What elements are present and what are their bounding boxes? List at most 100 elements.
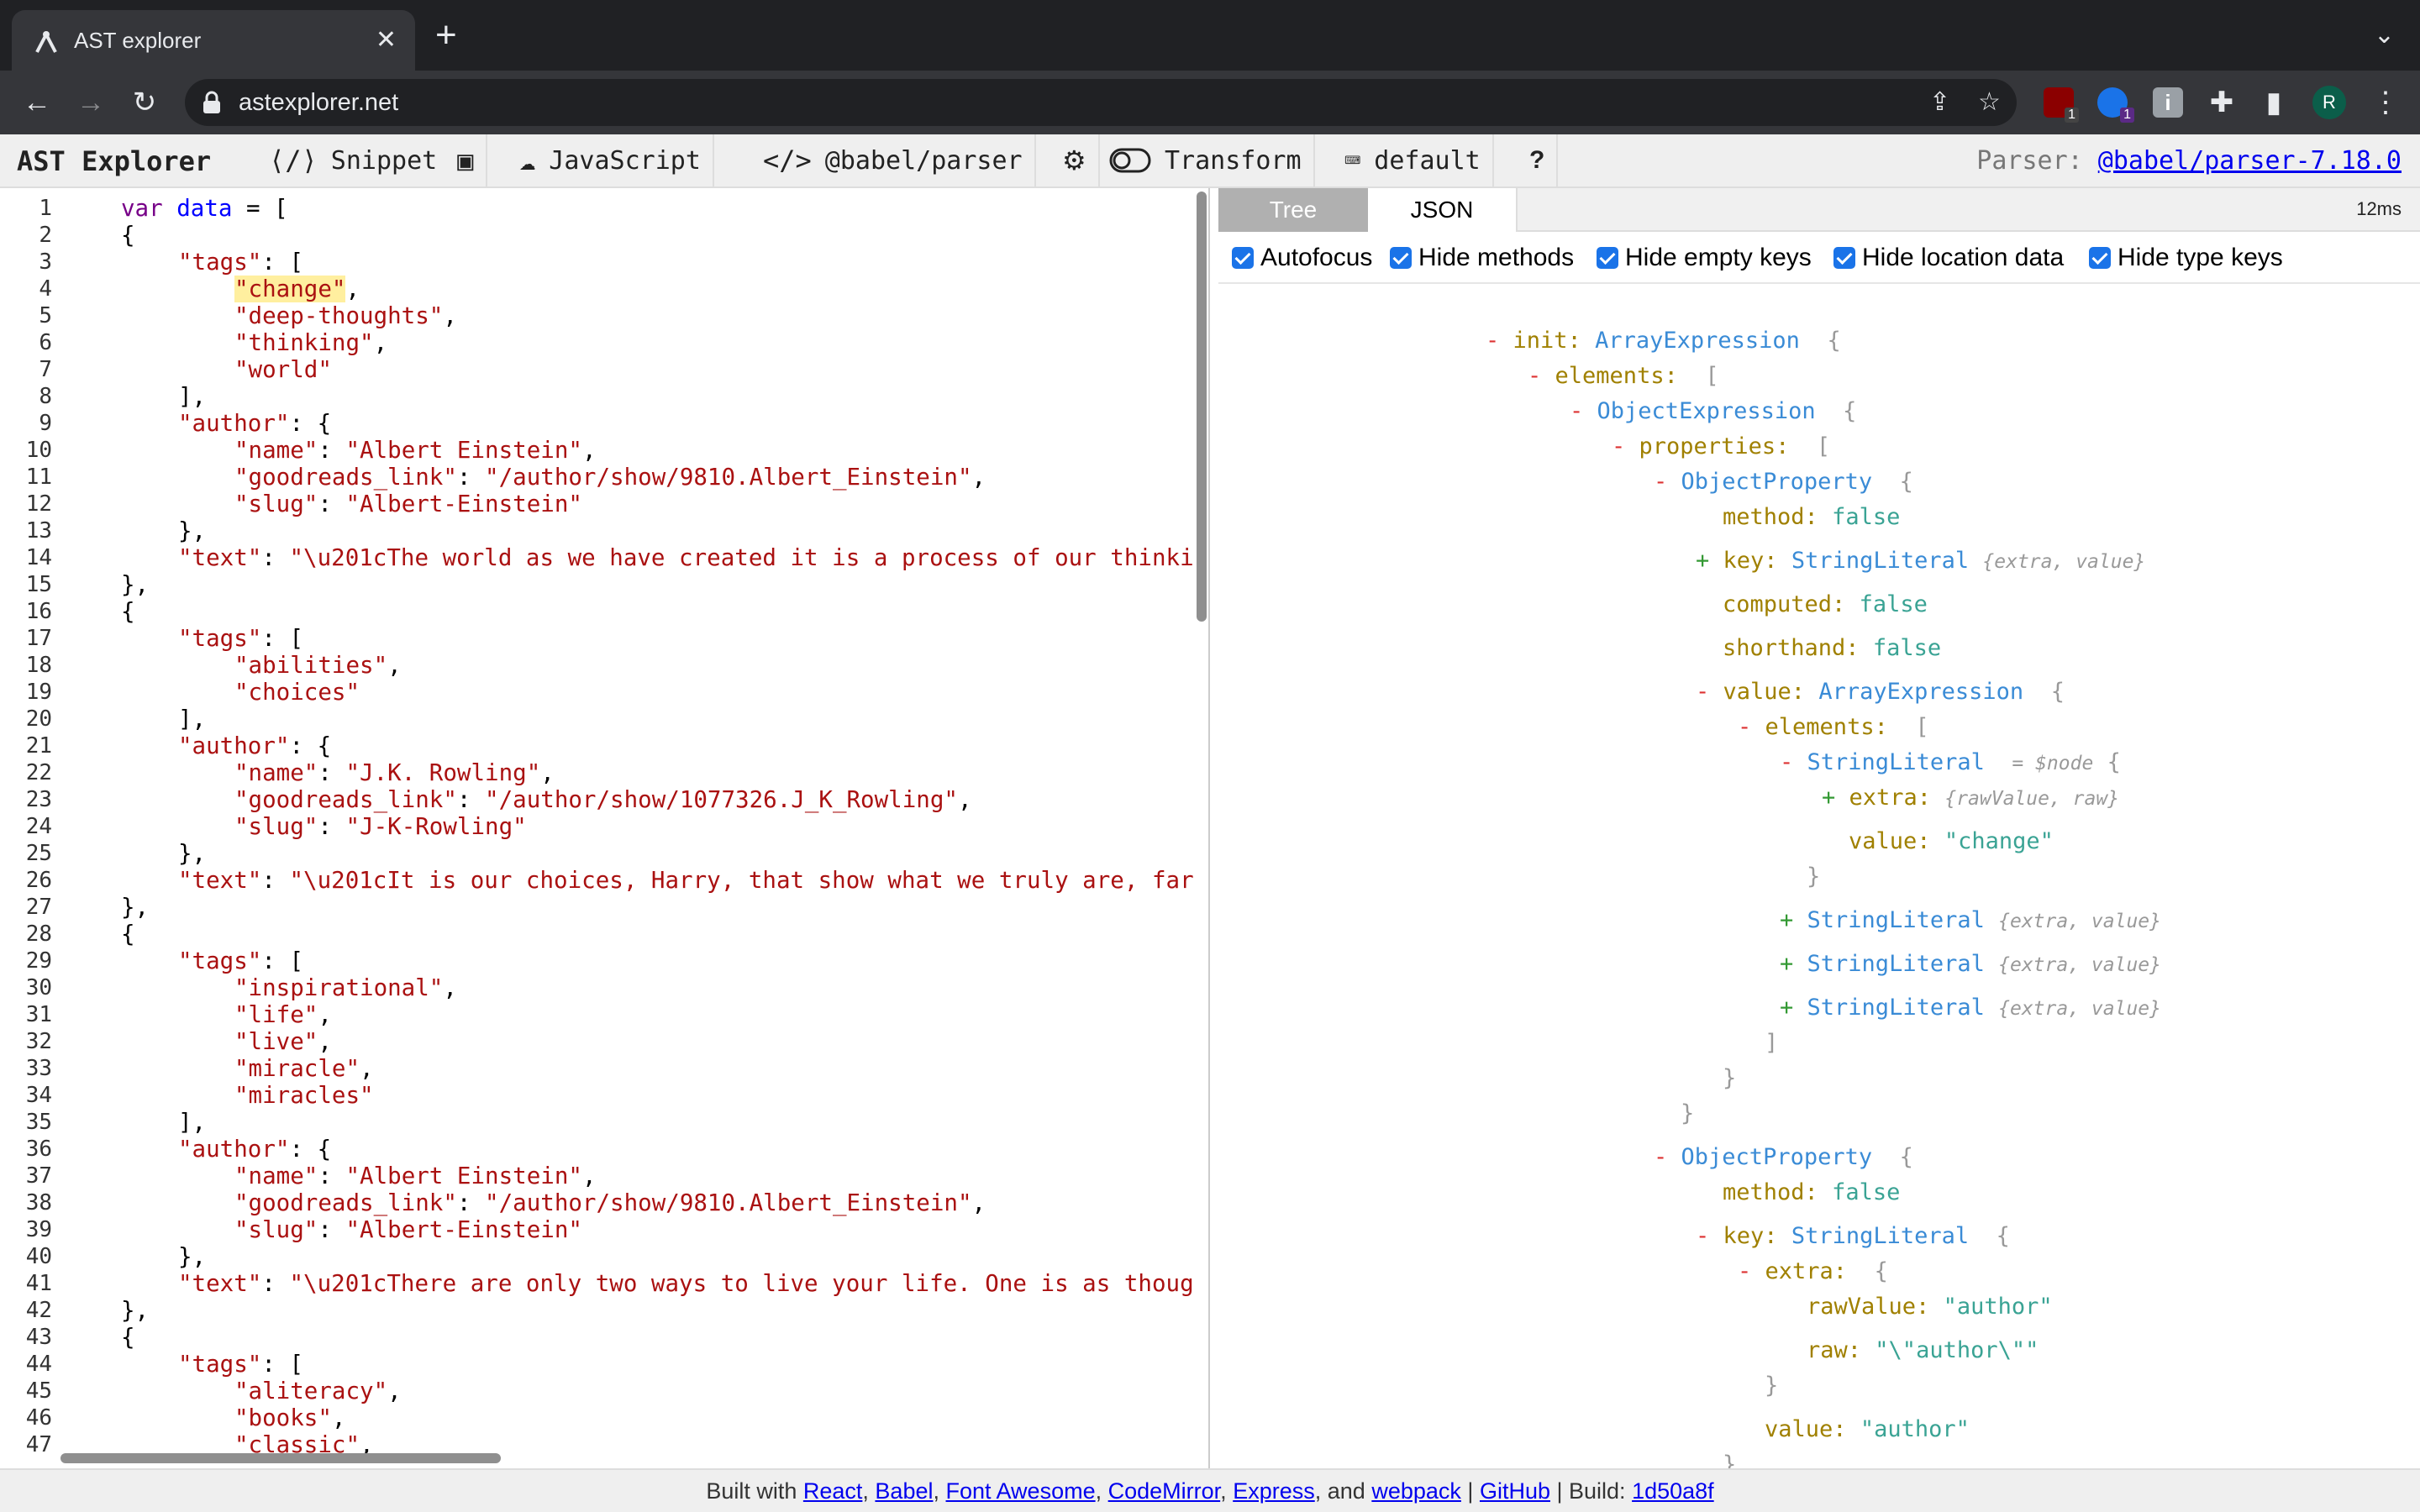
tree-node-string-literal[interactable]: - StringLiteral = $node {	[1780, 748, 2121, 779]
transform-toggle[interactable]: Transform	[1097, 134, 1315, 186]
express-link[interactable]: Express	[1233, 1478, 1315, 1504]
tree-node-init[interactable]: - init: ArrayExpression {	[1486, 326, 1841, 356]
tree-node-object-property[interactable]: - ObjectProperty {	[1654, 467, 1913, 497]
tree-node-string-literal[interactable]: + StringLiteral {extra, value}	[1780, 993, 2161, 1024]
github-link[interactable]: GitHub	[1480, 1478, 1550, 1504]
line-number: 3	[39, 249, 52, 275]
checkbox-checked-icon	[1833, 247, 1855, 269]
line-number: 30	[25, 975, 52, 1000]
line-number: 23	[25, 787, 52, 812]
line-number: 31	[25, 1002, 52, 1027]
code-line: "goodreads_link": "/author/show/1077326.…	[234, 786, 972, 813]
output-pane: Tree JSON 12ms Autofocus Hide methods Hi…	[1218, 188, 2420, 1468]
line-number: 26	[25, 868, 52, 893]
reload-icon[interactable]: ↻	[124, 82, 165, 123]
tab-search-chevron-icon[interactable]: ⌄	[2374, 20, 2395, 50]
tree-options: Autofocus Hide methods Hide empty keys H…	[1218, 232, 2420, 284]
tree-node-extra[interactable]: + extra: {rawValue, raw}	[1822, 783, 2119, 814]
parser-select[interactable]: </> @babel/parser	[751, 134, 1036, 186]
browser-tab[interactable]: AST explorer ✕	[12, 10, 415, 71]
hide-location-data-checkbox[interactable]: Hide location data	[1833, 244, 2064, 272]
browser-menu-icon[interactable]: ⋮	[2371, 82, 2400, 123]
keymap-select[interactable]: ⌨ default	[1333, 134, 1494, 186]
line-number: 4	[39, 276, 52, 302]
code-line: "text": "\u201cThere are only two ways t…	[178, 1270, 1194, 1297]
tab-tree[interactable]: Tree	[1218, 188, 1368, 232]
hide-type-keys-checkbox[interactable]: Hide type keys	[2089, 244, 2283, 272]
line-number: 20	[25, 706, 52, 732]
code-line: "author": {	[178, 732, 332, 759]
code-editor[interactable]: 1 2 3 4 5 6 7 8 9 10 11 12 13 14 15 16 17 18 19 20 21 22 23 24 2…	[0, 188, 1210, 1468]
editor-horizontal-scrollbar[interactable]	[60, 1453, 501, 1463]
share-icon[interactable]: ⇪	[1929, 87, 1950, 118]
editor-vertical-scrollbar[interactable]	[1197, 192, 1207, 622]
ast-tree: - init: ArrayExpression { - elements: [ …	[1218, 286, 2420, 1468]
code-line: "name": "J.K. Rowling",	[234, 759, 555, 786]
close-tab-icon[interactable]: ✕	[376, 25, 397, 55]
tree-close-bracket: ]	[1765, 1030, 1779, 1056]
side-panel-icon[interactable]: ▮	[2254, 82, 2294, 123]
language-select[interactable]: ☁ JavaScript	[508, 134, 714, 186]
tree-node-extra[interactable]: - extra: {	[1738, 1257, 1888, 1287]
help-button[interactable]: ?	[1518, 134, 1559, 186]
tree-close-brace: }	[1723, 1065, 1737, 1091]
tree-node-string-literal[interactable]: + StringLiteral {extra, value}	[1780, 949, 2161, 980]
parser-version-link[interactable]: @babel/parser-7.18.0	[2098, 146, 2402, 176]
tree-node-properties[interactable]: - properties: [	[1612, 432, 1830, 462]
line-number: 24	[25, 814, 52, 839]
tree-node-value[interactable]: - value: ArrayExpression {	[1696, 677, 2065, 707]
line-number: 42	[25, 1298, 52, 1323]
new-tab-icon[interactable]: +	[435, 17, 457, 54]
tree-node-key[interactable]: - key: StringLiteral {	[1696, 1221, 2010, 1252]
extensions-puzzle-icon[interactable]: ✚	[2202, 82, 2242, 123]
line-number-gutter: 1 2 3 4 5 6 7 8 9 10 11 12 13 14 15 16 17 18 19 20 21 22 23 24 2…	[0, 188, 76, 1468]
code-line: {	[121, 598, 135, 625]
tree-node-object-expression[interactable]: - ObjectExpression {	[1570, 396, 1856, 427]
tree-node-elements[interactable]: - elements: [	[1738, 712, 1929, 743]
parse-timing: 12ms	[2356, 198, 2402, 219]
extension-badge: 1	[2065, 108, 2079, 123]
save-icon[interactable]: ▣	[457, 144, 473, 176]
code-line: ],	[178, 706, 207, 732]
line-number: 19	[25, 680, 52, 705]
lock-icon	[203, 91, 220, 113]
tree-node-string-literal[interactable]: + StringLiteral {extra, value}	[1780, 906, 2161, 937]
url-text: astexplorer.net	[239, 89, 399, 116]
line-number: 22	[25, 760, 52, 785]
extension-icon[interactable]: 1	[2097, 87, 2134, 123]
code-line: "change",	[234, 276, 360, 302]
codemirror-link[interactable]: CodeMirror	[1108, 1478, 1221, 1504]
tree-node-elements[interactable]: - elements: [	[1528, 361, 1719, 391]
code-line: "books",	[234, 1404, 346, 1431]
line-number: 27	[25, 895, 52, 920]
profile-avatar[interactable]: R	[2312, 86, 2346, 119]
back-arrow-icon[interactable]: ←	[17, 82, 57, 123]
tree-close-brace: }	[1681, 1100, 1695, 1126]
autofocus-checkbox[interactable]: Autofocus	[1232, 244, 1372, 272]
browser-tab-strip: AST explorer ✕ + ⌄	[0, 0, 2420, 71]
build-hash-link[interactable]: 1d50a8f	[1632, 1478, 1714, 1504]
line-number: 46	[25, 1405, 52, 1431]
info-extension-icon[interactable]: i	[2153, 87, 2183, 118]
babel-link[interactable]: Babel	[875, 1478, 933, 1504]
code-line: "world"	[234, 356, 332, 383]
code-line: "slug": "Albert-Einstein"	[234, 1216, 582, 1243]
tree-prop-computed: computed: false	[1723, 591, 1928, 617]
react-link[interactable]: React	[803, 1478, 863, 1504]
code-line: ],	[178, 383, 207, 410]
forward-arrow-icon[interactable]: →	[71, 82, 111, 123]
snippet-menu[interactable]: ⟨/⟩ Snippet ▣	[257, 134, 487, 186]
bookmark-star-icon[interactable]: ☆	[1978, 87, 2001, 118]
tree-node-object-property[interactable]: - ObjectProperty {	[1654, 1142, 1913, 1173]
webpack-link[interactable]: webpack	[1371, 1478, 1461, 1504]
code-line: },	[121, 1297, 150, 1324]
ublock-extension-icon[interactable]: 1	[2044, 87, 2079, 123]
address-bar[interactable]: astexplorer.net ⇪ ☆	[185, 79, 2017, 126]
tab-json[interactable]: JSON	[1368, 188, 1518, 232]
font-awesome-link[interactable]: Font Awesome	[946, 1478, 1096, 1504]
code-line: "slug": "J-K-Rowling"	[234, 813, 527, 840]
hide-methods-checkbox[interactable]: Hide methods	[1390, 244, 1574, 272]
tree-node-key[interactable]: + key: StringLiteral {extra, value}	[1696, 546, 2145, 577]
hide-empty-keys-checkbox[interactable]: Hide empty keys	[1597, 244, 1812, 272]
parser-settings-button[interactable]: ⚙	[1050, 134, 1100, 186]
